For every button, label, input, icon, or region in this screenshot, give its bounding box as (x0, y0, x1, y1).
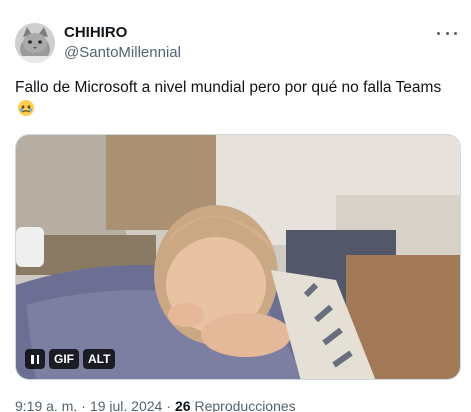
author-display-name[interactable]: CHIHIRO (64, 24, 127, 42)
avatar-cat-image (15, 23, 55, 63)
gif-badge[interactable]: GIF (49, 349, 79, 369)
author-handle[interactable]: @SantoMillennial (64, 44, 181, 62)
avatar[interactable] (15, 23, 55, 63)
gif-frame-image (16, 135, 460, 379)
alt-badge[interactable]: ALT (83, 349, 116, 369)
tweet-time[interactable]: 9:19 a. m. (15, 398, 77, 412)
more-options-icon[interactable] (437, 26, 457, 40)
gif-media[interactable]: GIF ALT (15, 134, 461, 380)
views-label: Reproducciones (194, 398, 296, 412)
separator-dot: · (81, 398, 86, 412)
media-badges: GIF ALT (25, 349, 116, 369)
tweet-text-body: Fallo de Microsoft a nivel mundial pero … (15, 79, 442, 96)
view-count: 26 (175, 398, 191, 412)
tweet-text: Fallo de Microsoft a nivel mundial pero … (15, 77, 455, 124)
tweet-meta: 9:19 a. m. · 19 jul. 2024 · 26 Reproduccione… (15, 397, 296, 412)
pause-icon[interactable] (25, 349, 45, 369)
separator-dot: · (166, 398, 172, 412)
tweet-card[interactable]: CHIHIRO @SantoMillennial Fallo de Micros… (0, 0, 471, 412)
tweet-date[interactable]: 19 jul. 2024 (90, 398, 162, 412)
face-holding-back-tears-icon (17, 99, 35, 124)
